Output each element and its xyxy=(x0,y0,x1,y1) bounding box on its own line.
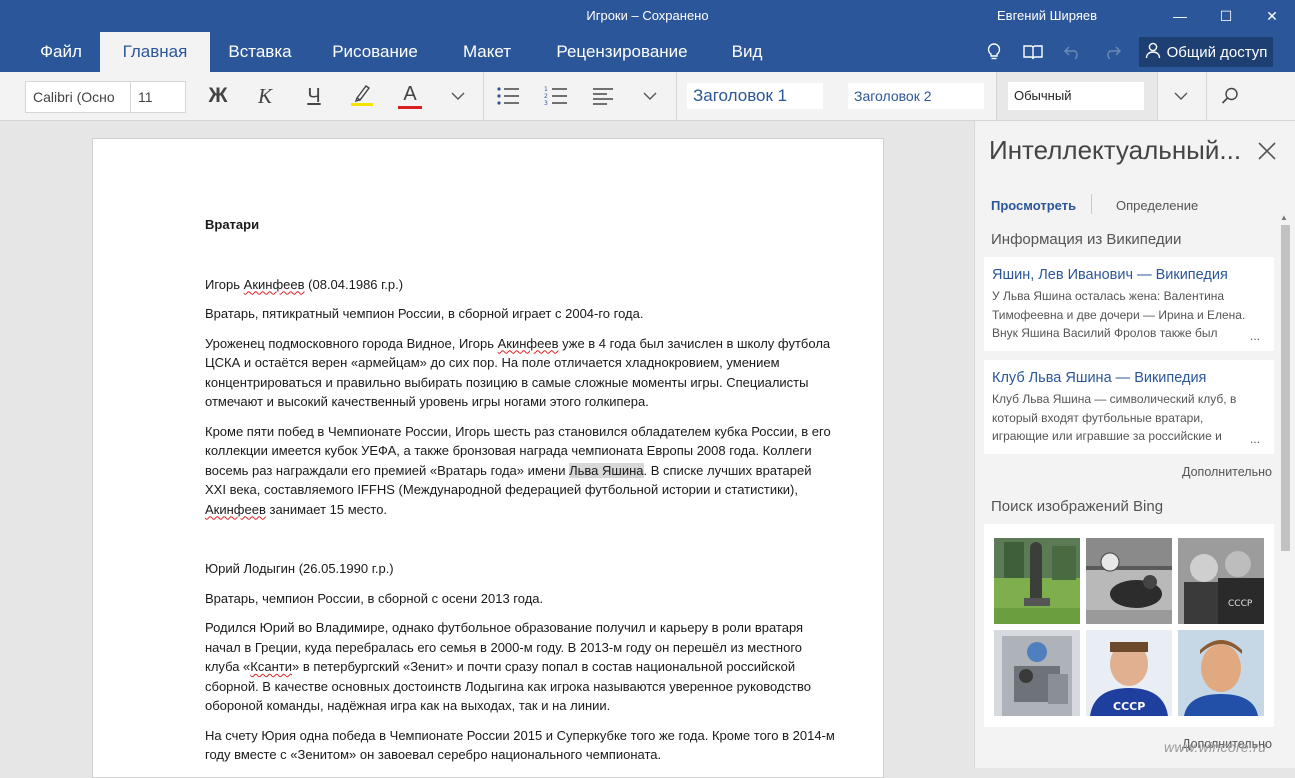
lightbulb-icon[interactable] xyxy=(982,40,1006,64)
doc-paragraph: Кроме пяти побед в Чемпионате России, Иг… xyxy=(205,423,831,517)
spelling-error[interactable]: Ксанти xyxy=(250,659,292,674)
wiki-result-snippet: У Льва Яшина осталась жена: Валентина Ти… xyxy=(992,289,1246,340)
svg-text:СССР: СССР xyxy=(1228,599,1253,609)
styles-chevron-icon[interactable] xyxy=(1165,81,1197,111)
ribbon-toolbar: Calibri (Осно 11 Ж К Ч А 123 Заголовок 1… xyxy=(0,72,1295,121)
search-icon[interactable] xyxy=(1214,81,1246,111)
tab-explore[interactable]: Просмотреть xyxy=(991,198,1076,213)
tab-layout[interactable]: Макет xyxy=(448,32,526,72)
minimize-button[interactable]: — xyxy=(1157,0,1203,32)
maximize-button[interactable]: ☐ xyxy=(1203,0,1249,32)
divider xyxy=(1157,72,1158,120)
images-section-title: Поиск изображений Bing xyxy=(991,498,1164,515)
tab-home[interactable]: Главная xyxy=(100,32,210,72)
smart-lookup-pane: Интеллектуальный... Просмотреть Определе… xyxy=(974,121,1295,768)
align-left-icon[interactable] xyxy=(587,81,619,111)
divider xyxy=(1206,72,1207,120)
divider xyxy=(483,72,484,120)
divider xyxy=(676,72,677,120)
tab-review[interactable]: Рецензирование xyxy=(548,32,696,72)
tab-view[interactable]: Вид xyxy=(718,32,776,72)
pane-scrollbar[interactable] xyxy=(1281,225,1290,551)
tab-draw[interactable]: Рисование xyxy=(322,32,428,72)
doc-paragraph: На счету Юрия одна победа в Чемпионате Р… xyxy=(205,727,835,763)
reading-book-icon[interactable] xyxy=(1021,40,1045,64)
close-icon[interactable] xyxy=(1257,141,1277,161)
doc-paragraph: Вратарь, пятикратный чемпион России, в с… xyxy=(205,306,644,321)
title-bar: Игроки – Сохранено Евгений Ширяев — ☐ ✕ xyxy=(0,0,1295,32)
spelling-error[interactable]: Акинфеев xyxy=(244,277,305,292)
spelling-error[interactable]: Акинфеев xyxy=(498,336,559,351)
image-thumbnail[interactable] xyxy=(994,538,1080,624)
image-thumbnail[interactable] xyxy=(1086,538,1172,624)
share-button[interactable]: Общий доступ xyxy=(1139,37,1273,67)
paragraph-more-chevron-icon[interactable] xyxy=(634,81,666,111)
wiki-result-card[interactable]: Клуб Льва Яшина — Википедия Клуб Льва Яш… xyxy=(984,360,1274,454)
doc-paragraph: Родился Юрий во Владимире, однако футбол… xyxy=(205,620,811,713)
wiki-result-title[interactable]: Клуб Льва Яшина — Википедия xyxy=(992,370,1266,386)
more-ellipsis[interactable]: ... xyxy=(1250,329,1260,343)
wiki-result-snippet: Клуб Льва Яшина — символический клуб, в … xyxy=(992,392,1237,443)
divider xyxy=(1091,194,1092,214)
bing-images-grid: СССР СССР xyxy=(984,524,1274,727)
document-title: Игроки – Сохранено xyxy=(586,8,709,23)
font-more-chevron-icon[interactable] xyxy=(442,81,474,111)
numbering-icon[interactable]: 123 xyxy=(540,81,572,111)
share-button-label: Общий доступ xyxy=(1166,43,1268,61)
more-ellipsis[interactable]: ... xyxy=(1250,432,1260,446)
wiki-more-link[interactable]: Дополнительно xyxy=(1182,465,1272,479)
person-icon xyxy=(1145,42,1161,63)
image-thumbnail[interactable] xyxy=(1178,630,1264,716)
document-canvas: Вратари Игорь Акинфеев (08.04.1986 г.р.)… xyxy=(0,121,974,778)
wiki-section-title: Информация из Википедии xyxy=(991,231,1182,248)
highlighter-icon xyxy=(349,81,375,112)
tab-insert[interactable]: Вставка xyxy=(216,32,304,72)
redo-icon[interactable] xyxy=(1100,40,1124,64)
undo-icon[interactable] xyxy=(1061,40,1085,64)
image-thumbnail[interactable]: СССР xyxy=(1086,630,1172,716)
wiki-result-title[interactable]: Яшин, Лев Иванович — Википедия xyxy=(992,267,1266,283)
document-body[interactable]: Вратари Игорь Акинфеев (08.04.1986 г.р.)… xyxy=(205,215,835,775)
tab-file[interactable]: Файл xyxy=(24,32,98,72)
ribbon-tabs: Файл Главная Вставка Рисование Макет Рец… xyxy=(0,32,1295,72)
font-size-box[interactable]: 11 xyxy=(130,81,186,113)
doc-paragraph: Игорь Акинфеев (08.04.1986 г.р.) xyxy=(205,276,404,292)
italic-button[interactable]: К xyxy=(249,81,281,111)
image-thumbnail[interactable] xyxy=(994,630,1080,716)
current-style-box[interactable]: Обычный xyxy=(1008,82,1144,110)
selected-text[interactable]: Льва Яшина xyxy=(569,462,644,478)
pane-title: Интеллектуальный... xyxy=(989,135,1242,165)
svg-text:1: 1 xyxy=(544,86,548,93)
close-window-button[interactable]: ✕ xyxy=(1249,0,1295,32)
tab-define[interactable]: Определение xyxy=(1116,198,1198,213)
doc-paragraph: Юрий Лодыгин (26.05.1990 г.р.) xyxy=(205,561,394,576)
watermark: www.wincore.ru xyxy=(1164,739,1267,755)
font-color-swatch xyxy=(398,105,422,109)
bullets-icon[interactable] xyxy=(492,81,524,111)
font-name-box[interactable]: Calibri (Осно xyxy=(25,81,131,113)
wiki-result-card[interactable]: Яшин, Лев Иванович — Википедия У Льва Яш… xyxy=(984,257,1274,351)
doc-paragraph: Уроженец подмосковного города Видное, Иг… xyxy=(205,335,831,410)
user-name[interactable]: Евгений Ширяев xyxy=(997,8,1097,23)
bold-button[interactable]: Ж xyxy=(202,81,234,111)
style-heading-1[interactable]: Заголовок 1 xyxy=(687,83,823,109)
highlight-button[interactable] xyxy=(346,81,378,111)
doc-paragraph: Вратарь, чемпион России, в сборной с осе… xyxy=(205,590,544,606)
spelling-error[interactable]: Акинфеев xyxy=(205,502,266,517)
style-heading-2[interactable]: Заголовок 2 xyxy=(848,83,984,109)
font-color-button[interactable]: А xyxy=(394,81,426,111)
svg-text:СССР: СССР xyxy=(1113,700,1145,713)
font-color-label: А xyxy=(403,82,417,105)
image-thumbnail[interactable]: СССР xyxy=(1178,538,1264,624)
underline-button[interactable]: Ч xyxy=(298,81,330,111)
scroll-up-arrow-icon[interactable]: ▲ xyxy=(1280,213,1288,222)
doc-heading: Вратари xyxy=(205,217,260,232)
svg-text:2: 2 xyxy=(544,93,548,100)
document-page[interactable]: Вратари Игорь Акинфеев (08.04.1986 г.р.)… xyxy=(92,138,884,778)
svg-text:3: 3 xyxy=(544,100,548,106)
